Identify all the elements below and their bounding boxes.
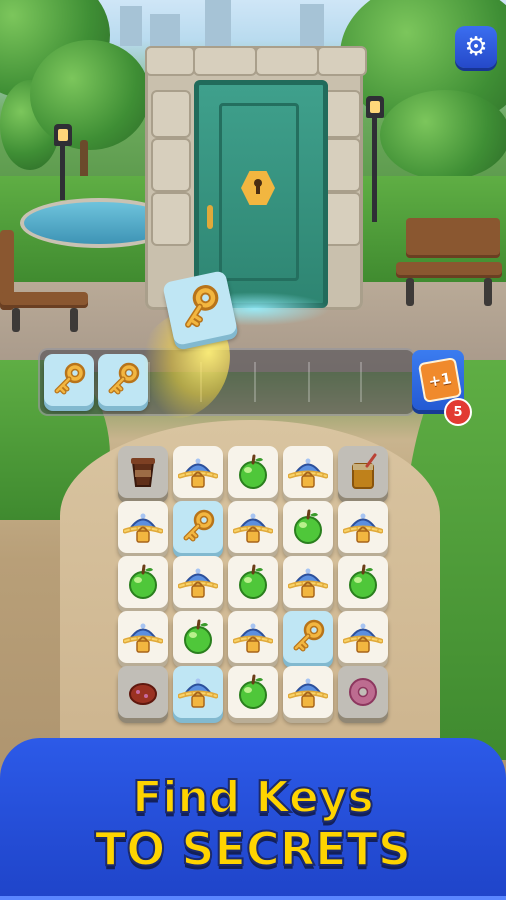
gear-icon[interactable]: ⚙ (455, 26, 497, 68)
cloche-chain-icon (178, 562, 218, 602)
cloche-chain-icon (123, 507, 163, 547)
banner-line-1: Find Keys (131, 771, 374, 824)
booster-label: +1 (417, 357, 463, 403)
board-tile-cloche-chain[interactable] (338, 611, 388, 663)
board-tile-apple[interactable] (228, 556, 278, 608)
skyline-building (150, 14, 180, 46)
apple-icon (293, 509, 323, 545)
tree (380, 90, 506, 180)
tree (30, 40, 150, 150)
cloche-chain-icon (233, 617, 273, 657)
board-tile-cloche-chain[interactable] (283, 666, 333, 718)
booster-count-badge: 5 (444, 398, 472, 426)
cloche-chain-icon (288, 562, 328, 602)
board-tile-coffee[interactable] (118, 446, 168, 498)
lamp (366, 96, 384, 118)
bench-right (396, 214, 506, 314)
board-tile-juice[interactable] (338, 446, 388, 498)
bench-left (0, 222, 90, 332)
board-tile-key[interactable] (173, 501, 223, 553)
game-scene: ⚙ +1 5 Find Keys TO SECRETS (0, 0, 506, 900)
board-tile-apple[interactable] (338, 556, 388, 608)
cloche-chain-icon (178, 452, 218, 492)
apple-icon (238, 454, 268, 490)
lamp-post (372, 118, 377, 222)
board-tile-cloche-chain[interactable] (228, 611, 278, 663)
coffee-icon (130, 457, 156, 487)
board-tile-food-item[interactable] (118, 666, 168, 718)
board-tile-cloche-chain[interactable] (118, 501, 168, 553)
lamp-post (60, 140, 65, 200)
food-item-icon (129, 683, 157, 705)
board-tile-cloche-chain[interactable] (338, 501, 388, 553)
key-icon (288, 617, 328, 657)
board-tile-apple[interactable] (118, 556, 168, 608)
board-tile-cloche-chain[interactable] (283, 446, 333, 498)
board-tile-apple[interactable] (228, 666, 278, 718)
board-tile-apple[interactable] (173, 611, 223, 663)
cloche-chain-icon (178, 672, 218, 712)
tray-tile-key[interactable] (44, 354, 94, 406)
board-tile-apple[interactable] (228, 446, 278, 498)
skyline-building (205, 0, 231, 46)
board-tile-apple[interactable] (283, 501, 333, 553)
promo-banner: Find Keys TO SECRETS (0, 738, 506, 900)
juice-icon (351, 453, 377, 490)
board-tile-key[interactable] (283, 611, 333, 663)
board-tile-cloche-chain[interactable] (283, 556, 333, 608)
board-tile-cloche-chain[interactable] (118, 611, 168, 663)
apple-icon (238, 564, 268, 600)
apple-icon (128, 564, 158, 600)
cloche-chain-icon (233, 507, 273, 547)
donut-icon (349, 678, 377, 706)
board-tile-donut[interactable] (338, 666, 388, 718)
board-tile-cloche-chain[interactable] (228, 501, 278, 553)
cloche-chain-icon (123, 617, 163, 657)
key-icon (49, 360, 89, 400)
apple-icon (348, 564, 378, 600)
cloche-chain-icon (288, 672, 328, 712)
board-tile-cloche-chain[interactable] (173, 666, 223, 718)
skyline-building (120, 6, 142, 46)
skyline-building (300, 4, 324, 46)
board-tile-cloche-chain[interactable] (173, 556, 223, 608)
door-handle (207, 205, 213, 229)
key-icon (178, 507, 218, 547)
lamp (54, 124, 72, 146)
cloche-chain-icon (343, 617, 383, 657)
key-icon (170, 278, 229, 337)
board-tile-cloche-chain[interactable] (173, 446, 223, 498)
banner-line-2: TO SECRETS (94, 821, 412, 877)
apple-icon (238, 674, 268, 710)
flying-key-tile (162, 270, 238, 346)
apple-icon (183, 619, 213, 655)
cloche-chain-icon (288, 452, 328, 492)
cloche-chain-icon (343, 507, 383, 547)
